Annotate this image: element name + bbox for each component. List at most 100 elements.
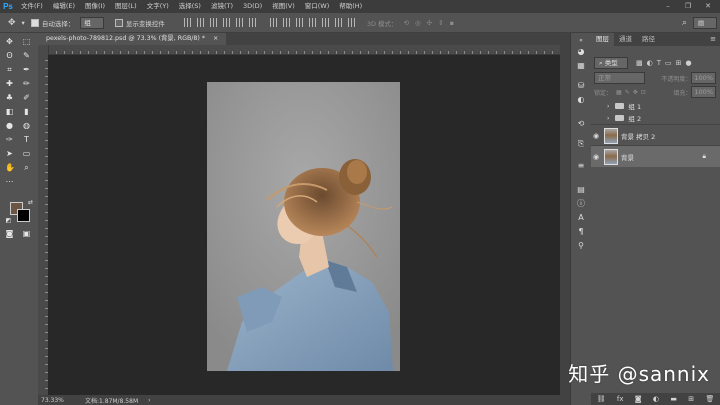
- screen-mode-icon[interactable]: ▣: [22, 229, 31, 238]
- align-hcenter-icon[interactable]: [235, 18, 245, 27]
- layer-row-group-2[interactable]: › 组 2: [591, 112, 720, 124]
- auto-align-icon[interactable]: [347, 18, 357, 27]
- zoom-level[interactable]: 73.33%: [41, 397, 85, 404]
- minimize-icon[interactable]: –: [658, 0, 678, 13]
- status-menu-icon[interactable]: ›: [148, 397, 150, 404]
- 3d-drag-icon[interactable]: ✣: [427, 19, 432, 27]
- menu-file[interactable]: 文件(F): [16, 0, 48, 13]
- new-adjustment-icon[interactable]: ◐: [653, 395, 659, 403]
- menu-3d[interactable]: 3D(D): [238, 0, 267, 13]
- filter-type-dropdown[interactable]: ⌕ 类型: [594, 57, 628, 69]
- filter-type-icon[interactable]: T: [657, 59, 661, 67]
- brush-tool-icon[interactable]: ✏: [22, 79, 31, 88]
- channels-icon[interactable]: ▤: [576, 185, 586, 194]
- tab-layers[interactable]: 图层: [591, 33, 614, 46]
- workspace-dropdown[interactable]: ▤: [693, 16, 717, 29]
- menu-edit[interactable]: 编辑(E): [48, 0, 80, 13]
- blur-tool-icon[interactable]: ●: [5, 121, 14, 130]
- menu-filter[interactable]: 滤镜(T): [206, 0, 238, 13]
- filter-adjust-icon[interactable]: ◐: [647, 59, 653, 67]
- 3d-scale-icon[interactable]: ▪: [450, 19, 454, 27]
- eraser-tool-icon[interactable]: ◧: [5, 107, 14, 116]
- distribute-right-icon[interactable]: [334, 18, 344, 27]
- align-top-icon[interactable]: [183, 18, 193, 27]
- lock-all-icon[interactable]: ⊡: [641, 89, 646, 96]
- show-transform-checkbox[interactable]: 显示变换控件: [114, 18, 165, 28]
- more-tools-icon[interactable]: ⋯: [5, 177, 14, 186]
- clone-source-icon[interactable]: ⎘: [576, 139, 586, 148]
- clone-stamp-tool-icon[interactable]: ♣: [5, 93, 14, 102]
- menu-select[interactable]: 选择(S): [174, 0, 206, 13]
- character-panel-icon[interactable]: A: [576, 213, 586, 222]
- color-panel-icon[interactable]: ◕: [576, 47, 586, 56]
- fill-field[interactable]: 100%: [691, 86, 716, 98]
- new-group-icon[interactable]: ▬: [670, 395, 677, 403]
- path-selection-tool-icon[interactable]: ➤: [5, 149, 14, 158]
- close-icon[interactable]: ✕: [698, 0, 718, 13]
- hand-tool-icon[interactable]: ✋: [5, 163, 15, 172]
- lasso-tool-icon[interactable]: ʘ: [5, 51, 14, 60]
- background-color-swatch[interactable]: [17, 209, 30, 222]
- collapse-icon[interactable]: «: [576, 36, 586, 45]
- menu-help[interactable]: 帮助(H): [334, 0, 367, 13]
- eye-icon[interactable]: ◉: [591, 132, 601, 140]
- gradient-tool-icon[interactable]: ▮: [22, 107, 31, 116]
- eye-icon[interactable]: ◉: [591, 153, 601, 161]
- distribute-left-icon[interactable]: [308, 18, 318, 27]
- tool-preset-dropdown-icon[interactable]: ▾: [22, 19, 25, 27]
- align-left-icon[interactable]: [222, 18, 232, 27]
- blend-mode-dropdown[interactable]: 正常: [594, 72, 645, 84]
- lock-paint-icon[interactable]: ✎: [625, 89, 630, 96]
- search-icon[interactable]: ⌕: [682, 18, 687, 28]
- horizontal-ruler[interactable]: [48, 45, 560, 55]
- filter-shape-icon[interactable]: ▭: [665, 59, 672, 67]
- document-tab[interactable]: pexels-photo-789812.psd @ 73.3% (背景, RGB…: [38, 33, 227, 45]
- crop-tool-icon[interactable]: ⌗: [5, 65, 14, 74]
- default-colors-icon[interactable]: ◩: [4, 216, 13, 225]
- tab-channels[interactable]: 通道: [614, 33, 637, 46]
- menu-type[interactable]: 文字(Y): [142, 0, 174, 13]
- auto-select-checkbox[interactable]: 自动选择：: [30, 18, 74, 28]
- filter-pixel-icon[interactable]: ▩: [636, 59, 643, 67]
- properties-icon[interactable]: ≡: [576, 161, 586, 170]
- type-tool-icon[interactable]: T: [22, 135, 31, 144]
- align-right-icon[interactable]: [248, 18, 258, 27]
- menu-layer[interactable]: 图层(L): [110, 0, 142, 13]
- distribute-vcenter-icon[interactable]: [282, 18, 292, 27]
- panel-menu-icon[interactable]: ≡: [710, 33, 716, 46]
- libraries-panel-icon[interactable]: ⛁: [576, 81, 586, 90]
- 3d-slide-icon[interactable]: ⇕: [438, 19, 443, 27]
- marquee-tool-icon[interactable]: ⬚: [22, 37, 31, 46]
- vertical-scrollbar[interactable]: [560, 45, 570, 395]
- menu-view[interactable]: 视图(V): [267, 0, 300, 13]
- healing-brush-tool-icon[interactable]: ✚: [5, 79, 14, 88]
- distribute-bottom-icon[interactable]: [295, 18, 305, 27]
- tab-paths[interactable]: 路径: [637, 33, 660, 46]
- close-tab-icon[interactable]: ×: [213, 35, 218, 42]
- quick-select-tool-icon[interactable]: ✎: [22, 51, 31, 60]
- menu-window[interactable]: 窗口(W): [300, 0, 335, 13]
- opacity-field[interactable]: 100%: [691, 72, 716, 84]
- 3d-roll-icon[interactable]: ◎: [415, 19, 421, 27]
- swap-colors-icon[interactable]: ⇄: [26, 198, 35, 207]
- distribute-hcenter-icon[interactable]: [321, 18, 331, 27]
- rectangle-tool-icon[interactable]: ▭: [22, 149, 31, 158]
- dodge-tool-icon[interactable]: ◍: [22, 121, 31, 130]
- align-vcenter-icon[interactable]: [196, 18, 206, 27]
- layer-row-group-1[interactable]: › 组 1: [591, 100, 720, 112]
- 3d-rotate-icon[interactable]: ⟲: [404, 19, 409, 27]
- history-panel-icon[interactable]: ⟲: [576, 119, 586, 128]
- zoom-tool-icon[interactable]: ⌕: [22, 163, 31, 172]
- distribute-top-icon[interactable]: [269, 18, 279, 27]
- link-layers-icon[interactable]: ⛓: [597, 395, 606, 403]
- quick-mask-icon[interactable]: ◙: [5, 229, 14, 238]
- menu-image[interactable]: 图像(I): [80, 0, 110, 13]
- maximize-icon[interactable]: ❐: [678, 0, 698, 13]
- expand-chevron-icon[interactable]: ›: [607, 103, 609, 110]
- swatches-panel-icon[interactable]: ▦: [576, 61, 586, 70]
- filter-toggle-icon[interactable]: ●: [686, 59, 692, 67]
- move-tool-icon[interactable]: ✥: [5, 37, 14, 46]
- layer-style-icon[interactable]: fx: [617, 395, 624, 403]
- eyedropper-tool-icon[interactable]: ✒: [22, 65, 31, 74]
- paragraph-panel-icon[interactable]: ¶: [576, 227, 586, 236]
